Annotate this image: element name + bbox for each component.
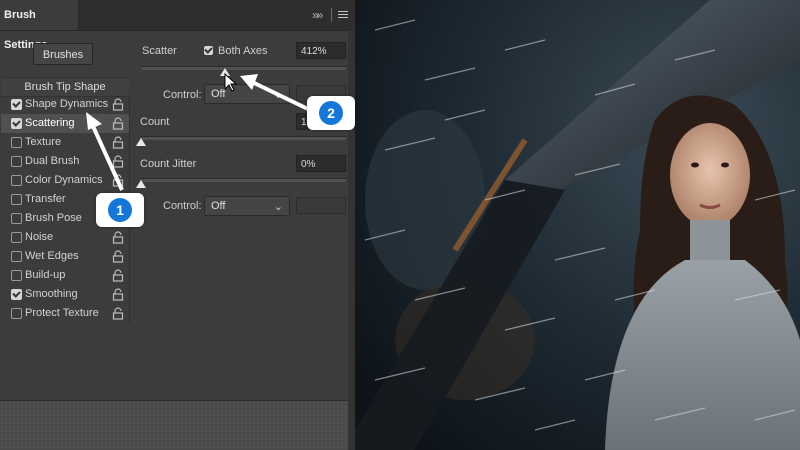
brush-pose-checkbox[interactable] <box>11 213 22 224</box>
list-item-smoothing[interactable]: Smoothing <box>1 285 129 304</box>
callout-2: 2 <box>307 96 355 130</box>
brushes-button[interactable]: Brushes <box>33 43 93 65</box>
list-item-label: Scattering <box>25 117 75 129</box>
both-axes-checkbox[interactable] <box>204 46 213 55</box>
badge-number: 2 <box>319 101 343 125</box>
color-dynamics-checkbox[interactable] <box>11 175 22 186</box>
list-item-label: Build-up <box>25 269 66 281</box>
lock-icon[interactable] <box>112 307 124 320</box>
lock-icon[interactable] <box>112 269 124 282</box>
panel-scrollbar[interactable] <box>348 30 355 450</box>
scatter-label: Scatter <box>142 45 177 57</box>
transfer-checkbox[interactable] <box>11 194 22 205</box>
both-axes-label: Both Axes <box>218 45 268 57</box>
scatter-control-label: Control: <box>163 89 202 101</box>
list-item-label: Smoothing <box>25 288 78 300</box>
tab-brush-settings[interactable]: Brush Settings <box>0 0 79 51</box>
callout-1: 1 <box>96 193 144 227</box>
brush-preview-area <box>0 400 348 450</box>
noise-checkbox[interactable] <box>11 232 22 243</box>
shape-dynamics-checkbox[interactable] <box>11 99 22 110</box>
count-jitter-control-dropdown[interactable]: Off ⌄ <box>204 196 290 216</box>
texture-checkbox[interactable] <box>11 137 22 148</box>
brush-settings-panel: Brush Settings »» Brushes Brush Tip Shap… <box>0 0 355 450</box>
tab-divider <box>331 8 332 22</box>
count-jitter-slider-track[interactable] <box>140 178 346 182</box>
lock-icon[interactable] <box>112 231 124 244</box>
panel-tab-bar: Brush Settings »» <box>0 0 355 51</box>
list-item-label: Dual Brush <box>25 155 80 167</box>
scattering-checkbox[interactable] <box>11 118 22 129</box>
list-item-label: Brush Pose <box>25 212 82 224</box>
dual-brush-checkbox[interactable] <box>11 156 22 167</box>
list-item-protect-texture[interactable]: Protect Texture <box>1 304 129 323</box>
count-slider-thumb[interactable] <box>136 138 146 146</box>
lock-icon[interactable] <box>112 250 124 263</box>
turtleneck-collar <box>690 220 730 265</box>
chevron-down-icon: ⌄ <box>273 201 283 213</box>
brush-tip-shape-item[interactable]: Brush Tip Shape <box>1 77 129 97</box>
build-up-checkbox[interactable] <box>11 270 22 281</box>
arrow-1-icon <box>86 112 124 191</box>
count-jitter-value-field[interactable]: 0% <box>296 155 346 172</box>
list-item-label: Wet Edges <box>25 250 79 262</box>
list-item-label: Texture <box>25 136 62 148</box>
badge-number: 1 <box>108 198 132 222</box>
wet-edges-checkbox[interactable] <box>11 251 22 262</box>
list-item-wet-edges[interactable]: Wet Edges <box>1 247 129 266</box>
list-item-build-up[interactable]: Build-up <box>1 266 129 285</box>
face <box>670 123 750 227</box>
count-jitter-control-label: Control: <box>163 200 202 212</box>
mouse-pointer-icon <box>224 73 238 92</box>
list-item-label: Shape Dynamics <box>25 98 109 110</box>
count-jitter-slider-thumb[interactable] <box>136 180 146 188</box>
protect-texture-checkbox[interactable] <box>11 308 22 319</box>
arrow-2-icon <box>240 74 311 112</box>
collapse-panel-icon[interactable]: »» <box>312 8 323 22</box>
count-jitter-label: Count Jitter <box>140 158 197 170</box>
canvas-photo[interactable] <box>355 0 800 450</box>
list-item-label: Noise <box>25 231 54 243</box>
lock-icon[interactable] <box>112 288 124 301</box>
right-eye <box>721 162 729 168</box>
scatter-value-field[interactable]: 412% <box>296 42 346 59</box>
count-jitter-control-extra-field <box>296 197 346 214</box>
count-label: Count <box>140 116 170 128</box>
smoothing-checkbox[interactable] <box>11 289 22 300</box>
list-item-label: Protect Texture <box>25 307 99 319</box>
left-eye <box>691 162 699 168</box>
hamburger-menu-icon[interactable] <box>338 11 348 20</box>
list-item-label: Transfer <box>25 193 66 205</box>
list-item-noise[interactable]: Noise <box>1 228 129 247</box>
dropdown-value: Off <box>211 200 226 212</box>
count-slider-track[interactable] <box>140 136 346 140</box>
